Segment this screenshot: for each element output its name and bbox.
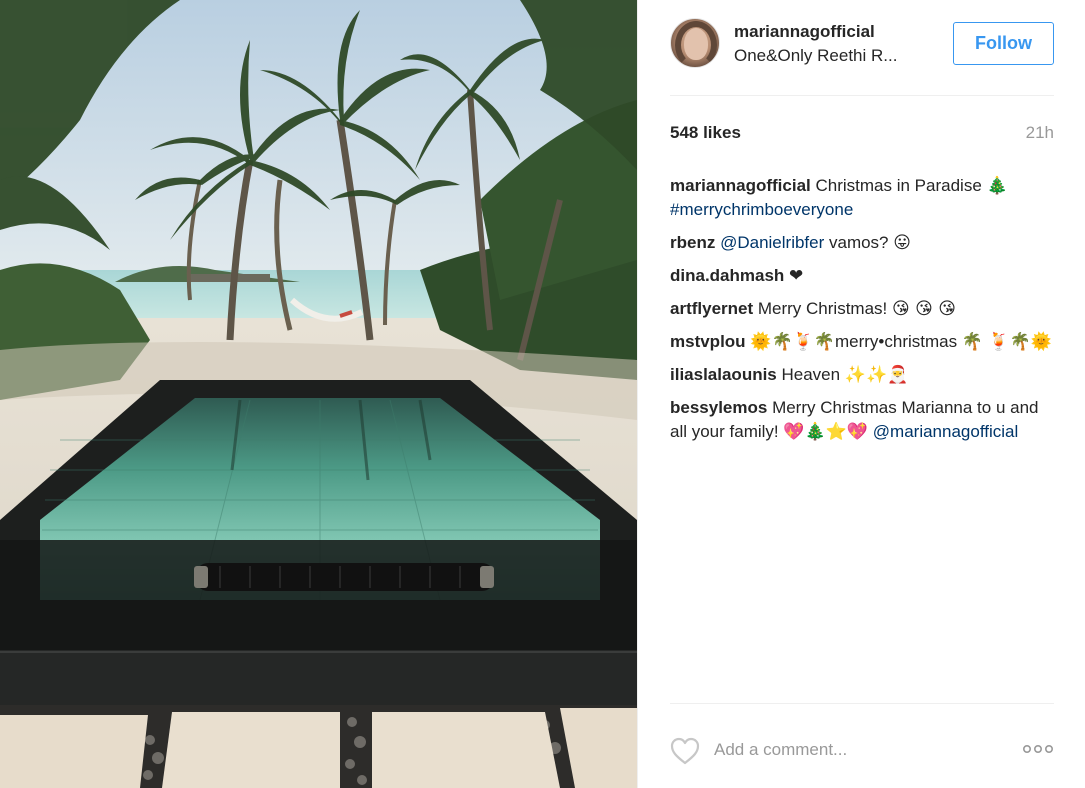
comment-item: iliaslalaounis Heaven ✨✨🎅 xyxy=(670,363,1054,387)
post-footer xyxy=(670,703,1054,788)
comment-item: mstvplou 🌞🌴🍹🌴merry•christmas 🌴 🍹🌴🌞 xyxy=(670,330,1054,354)
comment-text: Heaven xyxy=(776,365,845,384)
mention-link[interactable]: @mariannagofficial xyxy=(873,422,1018,441)
comment-text: merry•christmas xyxy=(834,332,962,351)
add-comment-input[interactable] xyxy=(714,734,1004,766)
follow-button[interactable]: Follow xyxy=(953,22,1054,65)
author-username[interactable]: mariannagofficial xyxy=(734,22,875,42)
comment-item: bessylemos Merry Christmas Marianna to u… xyxy=(670,396,1054,444)
emoji: 😘 😘 😘 xyxy=(891,299,956,319)
comment-item: mariannagofficial Christmas in Paradise … xyxy=(670,174,1054,222)
comment-username[interactable]: artflyernet xyxy=(670,299,753,318)
emoji: 😛 xyxy=(893,233,911,253)
comment-username[interactable]: mariannagofficial xyxy=(670,176,811,195)
avatar[interactable] xyxy=(670,18,720,68)
emoji: ❤ xyxy=(789,266,804,286)
post-timestamp[interactable]: 21h xyxy=(1026,123,1054,143)
comment-item: rbenz @Danielribfer vamos? 😛 xyxy=(670,231,1054,255)
emoji: 🌴 🍹🌴🌞 xyxy=(961,332,1052,352)
comment-item: dina.dahmash ❤ xyxy=(670,264,1054,288)
post-photo[interactable] xyxy=(0,0,637,788)
instagram-post: mariannagofficial One&Only Reethi R... F… xyxy=(0,0,1085,788)
likes-count[interactable]: 548 likes xyxy=(670,123,741,143)
comments-list: mariannagofficial Christmas in Paradise … xyxy=(670,174,1054,453)
post-location[interactable]: One&Only Reethi R... xyxy=(734,46,897,66)
comment-username[interactable]: bessylemos xyxy=(670,398,767,417)
emoji: 💖🎄⭐💖 xyxy=(783,422,869,442)
avatar-hair xyxy=(675,21,717,67)
more-options-icon[interactable] xyxy=(1022,742,1054,756)
heart-outline-icon[interactable] xyxy=(670,737,700,765)
comment-username[interactable]: dina.dahmash xyxy=(670,266,784,285)
mention-link[interactable]: @Danielribfer xyxy=(720,233,824,252)
emoji: ✨✨🎅 xyxy=(844,365,909,385)
comment-username[interactable]: rbenz xyxy=(670,233,715,252)
post-header: mariannagofficial One&Only Reethi R... F… xyxy=(670,14,1054,96)
comment-text: vamos? xyxy=(824,233,894,252)
post-photo-illustration xyxy=(0,0,637,788)
comment-item: artflyernet Merry Christmas! 😘 😘 😘 xyxy=(670,297,1054,321)
comment-text: Merry Christmas! xyxy=(753,299,892,318)
comment-text: Christmas in Paradise xyxy=(810,176,987,195)
comment-username[interactable]: iliaslalaounis xyxy=(670,365,777,384)
emoji: 🌞🌴🍹🌴 xyxy=(750,332,835,352)
hashtag-link[interactable]: #merrychrimboeveryone xyxy=(670,200,853,219)
post-stats: 548 likes 21h xyxy=(670,123,1054,147)
emoji: 🎄 xyxy=(986,176,1008,196)
post-details-panel: mariannagofficial One&Only Reethi R... F… xyxy=(637,0,1085,788)
comment-username[interactable]: mstvplou xyxy=(670,332,746,351)
